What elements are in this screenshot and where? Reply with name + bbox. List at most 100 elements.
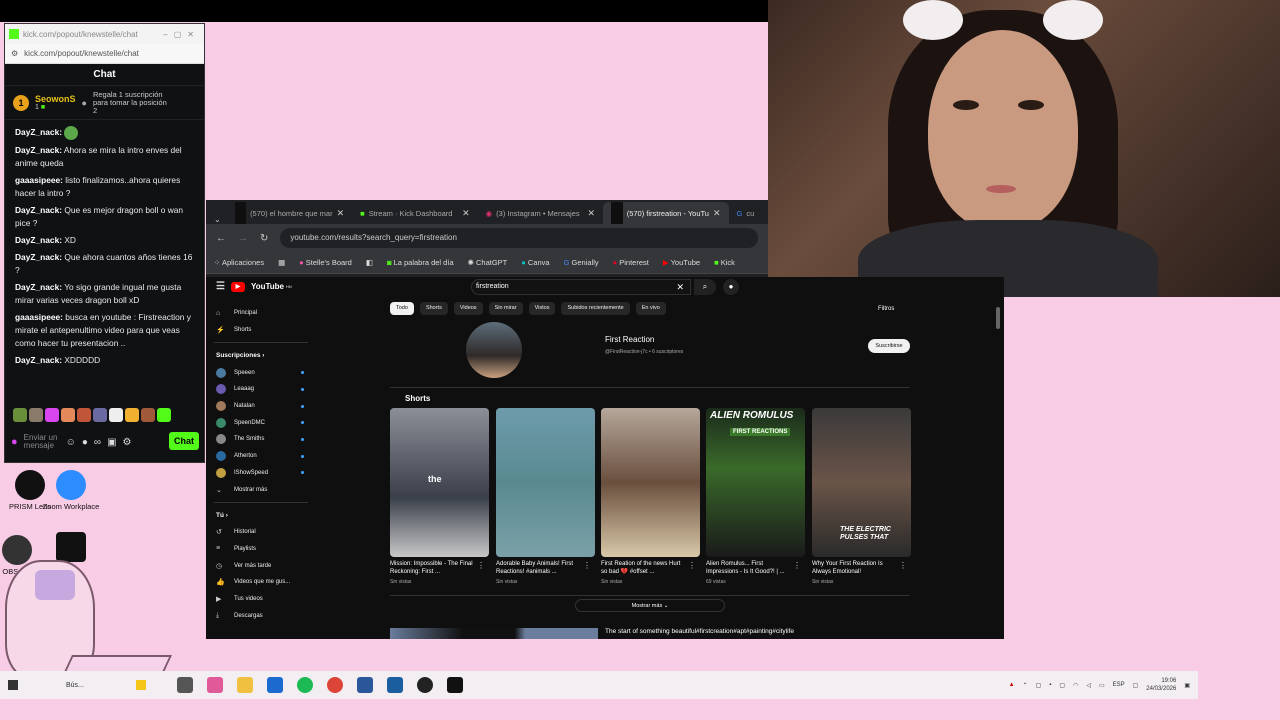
reload-icon[interactable]: ↻ — [260, 233, 268, 244]
emote-icon[interactable] — [29, 408, 43, 422]
emote-icon[interactable] — [157, 408, 171, 422]
youtube-logo[interactable]: ☰ ▶ YouTube HN — [216, 281, 292, 292]
short-thumbnail[interactable]: THE ELECTRIC PULSES THAT — [812, 408, 911, 557]
tab-instagram[interactable]: ◉ (3) Instagram • Mensajes ✕ — [478, 202, 603, 224]
bookmark-youtube[interactable]: ▶ YouTube — [663, 258, 700, 267]
sidebar-sub[interactable]: IShowSpeed — [206, 465, 316, 482]
sidebar-item-your-videos[interactable]: ▶ Tus videos — [206, 591, 316, 608]
emote-icon[interactable] — [61, 408, 75, 422]
more-options-icon[interactable]: ⋮ — [477, 561, 485, 570]
tab-kick-dashboard[interactable]: ■ Stream · Kick Dashboard ✕ — [352, 202, 477, 224]
tray-icon[interactable]: ▢ — [1059, 682, 1065, 689]
emote-icon[interactable] — [45, 408, 59, 422]
close-icon[interactable]: ✕ — [462, 208, 470, 219]
short-card[interactable]: Adorable Baby Animals! First Reactions! … — [496, 408, 595, 585]
copilot-icon[interactable] — [207, 677, 223, 693]
word-icon[interactable] — [357, 677, 373, 693]
chevron-up-icon[interactable]: ⌃ — [1023, 682, 1028, 689]
bookmark-stelle[interactable]: ● Stelle's Board — [299, 258, 352, 267]
sidebar-item-shorts[interactable]: ⚡ Shorts — [206, 322, 316, 339]
more-options-icon[interactable]: ⋮ — [688, 561, 696, 570]
video-thumbnail[interactable] — [390, 628, 598, 639]
sidebar-sub[interactable]: Speeen — [206, 364, 316, 381]
chip-unwatched[interactable]: Sin mirar — [488, 302, 523, 315]
short-card[interactable]: the Mission: Impossible - The Final Reck… — [390, 408, 489, 585]
chip-live[interactable]: En vivo — [635, 302, 666, 315]
sidebar-item-home[interactable]: ⌂ Principal — [206, 305, 316, 322]
emote-icon[interactable] — [13, 408, 27, 422]
bookmark-kick[interactable]: ■ Kick — [714, 258, 735, 267]
close-icon[interactable]: ✕ — [337, 208, 345, 219]
sidebar-sub[interactable]: Leaaag — [206, 381, 316, 398]
short-card[interactable]: First Reation of the news Hurt so bad 💔 … — [601, 408, 700, 585]
gift-box-icon[interactable]: ▣ — [107, 437, 116, 448]
emote-icon[interactable] — [125, 408, 139, 422]
clear-search-icon[interactable]: ✕ — [676, 280, 684, 294]
more-options-icon[interactable]: ⋮ — [899, 561, 907, 570]
search-input[interactable]: firstreation ✕ — [471, 279, 691, 295]
more-options-icon[interactable]: ⋮ — [583, 561, 591, 570]
sidebar-item-liked[interactable]: 👍 Videos que me gus... — [206, 574, 316, 591]
obs-taskbar-icon[interactable] — [417, 677, 433, 693]
grid-icon[interactable]: ▦ — [278, 258, 285, 267]
short-thumbnail[interactable] — [496, 408, 595, 557]
short-title[interactable]: Mission: Impossible - The Final Reckonin… — [390, 560, 476, 577]
bookmark-notion-icon[interactable]: ◧ — [366, 258, 373, 267]
chrome-icon[interactable] — [327, 677, 343, 693]
bookmark-genially[interactable]: G Genially — [564, 258, 599, 267]
sidebar-show-more[interactable]: ⌄ Mostrar más — [206, 481, 316, 498]
outlook-icon[interactable] — [267, 677, 283, 693]
sidebar-sub[interactable]: Atherton — [206, 448, 316, 465]
sidebar-item-playlists[interactable]: ≡ Playlists — [206, 541, 316, 558]
short-thumbnail[interactable] — [601, 408, 700, 557]
sidebar-item-downloads[interactable]: ⤓ Descargas — [206, 607, 316, 624]
channel-avatar[interactable] — [466, 322, 522, 378]
chip-watched[interactable]: Vistos — [528, 302, 556, 315]
show-more-shorts-button[interactable]: Mostrar más ⌄ — [575, 599, 725, 612]
emote-icon[interactable] — [141, 408, 155, 422]
site-info-icon[interactable]: ⚙ — [11, 49, 18, 58]
short-title[interactable]: Alien Romulus... First Impressions - Is … — [706, 560, 792, 577]
wifi-icon[interactable]: ◠ — [1073, 682, 1078, 689]
calendar-icon[interactable] — [387, 677, 403, 693]
bookmark-chatgpt[interactable]: ✺ ChatGPT — [468, 258, 508, 267]
sidebar-item-watch-later[interactable]: ◷ Ver más tarde — [206, 557, 316, 574]
back-icon[interactable]: ← — [216, 233, 226, 244]
window-controls[interactable]: –▢✕ — [163, 30, 200, 39]
search-button[interactable]: ⌕ — [694, 279, 716, 295]
emote-icon[interactable] — [77, 408, 91, 422]
task-view-icon[interactable] — [177, 677, 193, 693]
short-title[interactable]: Adorable Baby Animals! First Reactions! … — [496, 560, 582, 577]
tray-icon[interactable]: ▪ — [1049, 682, 1051, 688]
tray-icon[interactable]: ▢ — [1036, 682, 1042, 689]
tab-youtube-active[interactable]: ▶(570) firstreation - YouTu✕ — [603, 202, 729, 224]
emote-icon[interactable] — [93, 408, 107, 422]
emote-icon[interactable] — [109, 408, 123, 422]
desktop-icon-zoom[interactable]: Zoom Workplace — [41, 470, 101, 511]
mic-icon[interactable]: ● — [11, 436, 18, 448]
tab-google[interactable]: Gcu — [729, 202, 768, 224]
video-title[interactable]: The start of something beautiful#firstcr… — [605, 628, 794, 635]
sidebar-you-header[interactable]: Tú › — [206, 507, 316, 524]
settings-icon[interactable]: ⚙ — [123, 437, 132, 448]
volume-icon[interactable]: ◁ — [1086, 682, 1091, 689]
short-title[interactable]: Why Your First Reaction Is Always Emotio… — [812, 560, 898, 577]
hamburger-menu-icon[interactable]: ☰ — [216, 281, 225, 292]
infinity-icon[interactable]: ∞ — [94, 437, 101, 448]
start-icon[interactable] — [8, 680, 18, 690]
chip-videos[interactable]: Videos — [453, 302, 483, 315]
tab-search-icon[interactable]: ⌄ — [214, 215, 221, 224]
kick-url-bar[interactable]: ⚙ kick.com/popout/knewstelle/chat — [5, 44, 204, 64]
filters-button[interactable]: Filtros — [878, 306, 894, 312]
gift-leaderboard[interactable]: 1 SeowonS 1 ■ ● Regala 1 suscripción par… — [5, 86, 204, 120]
chip-recent[interactable]: Subidos recientemente — [561, 302, 630, 315]
bookmark-palabra[interactable]: ◙ La palabra del día — [387, 258, 454, 267]
capcut-icon[interactable] — [447, 677, 463, 693]
taskbar-search[interactable]: Bús... — [66, 682, 166, 689]
emoji-icon[interactable]: ☺ — [66, 437, 76, 448]
scrollbar[interactable] — [996, 307, 1000, 329]
short-thumbnail[interactable]: ALIEN ROMULUS FIRST REACTIONS — [706, 408, 805, 557]
notifications-icon[interactable]: ▣ — [1184, 682, 1190, 689]
sidebar-sub[interactable]: SpeenDMC — [206, 414, 316, 431]
sidebar-sub[interactable]: The Smiths — [206, 431, 316, 448]
